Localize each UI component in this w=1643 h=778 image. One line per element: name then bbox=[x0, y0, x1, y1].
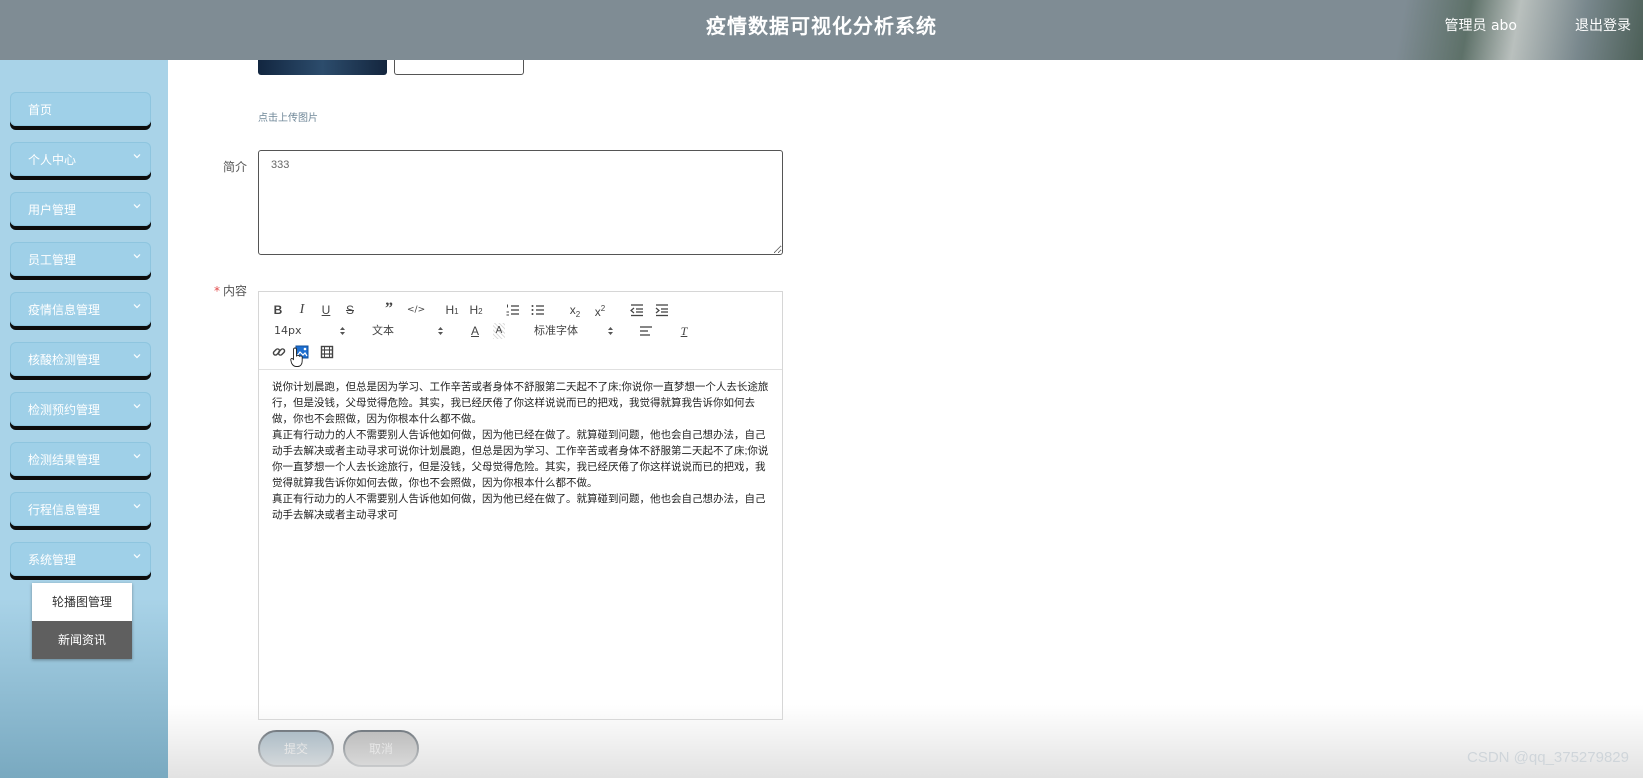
chevron-down-icon bbox=[133, 502, 141, 510]
chevron-down-icon bbox=[133, 302, 141, 310]
chevron-down-icon bbox=[133, 452, 141, 460]
content-paragraph: 真正有行动力的人不需要别人告诉他如何做，因为他已经在做了。就算碰到问题，他也会自… bbox=[272, 429, 769, 489]
chevron-down-icon bbox=[133, 152, 141, 160]
sidebar-item-label: 系统管理 bbox=[28, 553, 77, 567]
sidebar-item-label: 核酸检测管理 bbox=[28, 353, 101, 367]
select-arrows-icon bbox=[608, 327, 613, 335]
required-mark: * bbox=[214, 284, 220, 298]
editor-toolbar: B I U S ” </> H1 H2 x2 x2 14px 文本 A A 标准… bbox=[259, 292, 782, 370]
top-header: 疫情数据可视化分析系统 管理员 abo 退出登录 bbox=[0, 0, 1643, 60]
font-color-icon[interactable]: A bbox=[469, 323, 481, 339]
image-upload-box[interactable] bbox=[394, 60, 524, 75]
select-arrows-icon bbox=[438, 327, 443, 335]
indent-icon[interactable] bbox=[655, 303, 669, 319]
sidebar-item-staff-management[interactable]: 员工管理 bbox=[10, 242, 151, 276]
sidebar-item-epidemic-info[interactable]: 疫情信息管理 bbox=[10, 292, 151, 326]
background-color-icon[interactable]: A bbox=[493, 323, 505, 339]
chevron-down-icon bbox=[133, 352, 141, 360]
submit-button[interactable]: 提交 bbox=[258, 730, 334, 767]
ordered-list-icon[interactable] bbox=[506, 303, 520, 319]
sidebar-item-nucleic-test[interactable]: 核酸检测管理 bbox=[10, 342, 151, 376]
sidebar-item-system-management[interactable]: 系统管理 bbox=[10, 542, 151, 576]
content-paragraph: 真正有行动力的人不需要别人告诉他如何做，因为他已经在做了。就算碰到问题，他也会自… bbox=[272, 493, 766, 521]
superscript-icon[interactable]: x2 bbox=[593, 301, 607, 319]
sidebar-item-test-result[interactable]: 检测结果管理 bbox=[10, 442, 151, 476]
sidebar-item-label: 首页 bbox=[28, 103, 53, 117]
sidebar-item-label: 员工管理 bbox=[28, 253, 77, 267]
intro-label: 简介 bbox=[223, 160, 248, 174]
sidebar-item-home[interactable]: 首页 bbox=[10, 92, 151, 126]
logout-link[interactable]: 退出登录 bbox=[1575, 15, 1631, 35]
heading-select[interactable]: 文本 bbox=[372, 323, 444, 339]
editor-content[interactable]: 说你计划晨跑，但总是因为学习、工作辛苦或者身体不舒服第二天起不了床;你说你一直梦… bbox=[272, 379, 772, 523]
content-label-text: 内容 bbox=[223, 284, 248, 298]
font-size-select[interactable]: 14px bbox=[274, 323, 346, 339]
sidebar-item-label: 检测预约管理 bbox=[28, 403, 101, 417]
submenu-item-news[interactable]: 新闻资讯 bbox=[32, 621, 132, 659]
link-icon[interactable] bbox=[272, 345, 286, 361]
sidebar-item-label: 疫情信息管理 bbox=[28, 303, 101, 317]
clean-format-icon[interactable]: T bbox=[677, 323, 691, 339]
submenu-item-carousel[interactable]: 轮播图管理 bbox=[32, 583, 132, 621]
quote-icon[interactable]: ” bbox=[382, 301, 396, 317]
italic-icon[interactable]: I bbox=[297, 302, 307, 318]
align-icon[interactable] bbox=[639, 324, 653, 340]
outdent-icon[interactable] bbox=[630, 303, 644, 319]
sidebar-item-label: 用户管理 bbox=[28, 203, 77, 217]
video-icon[interactable] bbox=[320, 345, 334, 361]
font-size-value: 14px bbox=[274, 324, 302, 337]
bullet-list-icon[interactable] bbox=[531, 303, 545, 319]
watermark: CSDN @qq_375279829 bbox=[1466, 749, 1629, 766]
chevron-down-icon bbox=[133, 202, 141, 210]
sidebar-item-itinerary[interactable]: 行程信息管理 bbox=[10, 492, 151, 526]
content-label: * 内容 bbox=[214, 282, 247, 299]
app-title: 疫情数据可视化分析系统 bbox=[706, 14, 937, 38]
underline-icon[interactable]: U bbox=[320, 302, 332, 318]
system-management-submenu: 轮播图管理 新闻资讯 bbox=[32, 583, 132, 659]
code-icon[interactable]: </> bbox=[407, 302, 425, 318]
sidebar-item-label: 检测结果管理 bbox=[28, 453, 101, 467]
rich-text-editor: B I U S ” </> H1 H2 x2 x2 14px 文本 A A 标准… bbox=[258, 291, 783, 720]
uploaded-image-thumbnail[interactable] bbox=[258, 60, 387, 75]
upload-image-hint[interactable]: 点击上传图片 bbox=[258, 109, 318, 124]
sidebar-item-label: 行程信息管理 bbox=[28, 503, 101, 517]
h2-icon[interactable]: H2 bbox=[467, 302, 485, 318]
sidebar-item-user-management[interactable]: 用户管理 bbox=[10, 192, 151, 226]
heading-select-value: 文本 bbox=[372, 324, 394, 337]
intro-textarea[interactable] bbox=[258, 150, 783, 255]
bold-icon[interactable]: B bbox=[272, 302, 284, 318]
content-paragraph: 说你计划晨跑，但总是因为学习、工作辛苦或者身体不舒服第二天起不了床;你说你一直梦… bbox=[272, 381, 769, 425]
select-arrows-icon bbox=[340, 327, 345, 335]
font-family-value: 标准字体 bbox=[534, 324, 578, 337]
sidebar-item-personal-center[interactable]: 个人中心 bbox=[10, 142, 151, 176]
chevron-down-icon bbox=[133, 252, 141, 260]
current-user-label: 管理员 abo bbox=[1444, 18, 1517, 34]
cancel-button[interactable]: 取消 bbox=[343, 730, 419, 767]
sidebar-item-test-appointment[interactable]: 检测预约管理 bbox=[10, 392, 151, 426]
strike-icon[interactable]: S bbox=[344, 302, 356, 318]
subscript-icon[interactable]: x2 bbox=[568, 302, 582, 319]
font-family-select[interactable]: 标准字体 bbox=[534, 323, 614, 339]
image-icon[interactable] bbox=[295, 345, 309, 361]
h1-icon[interactable]: H1 bbox=[443, 302, 461, 318]
chevron-down-icon bbox=[133, 552, 141, 560]
sidebar-item-label: 个人中心 bbox=[28, 153, 77, 167]
chevron-down-icon bbox=[133, 402, 141, 410]
